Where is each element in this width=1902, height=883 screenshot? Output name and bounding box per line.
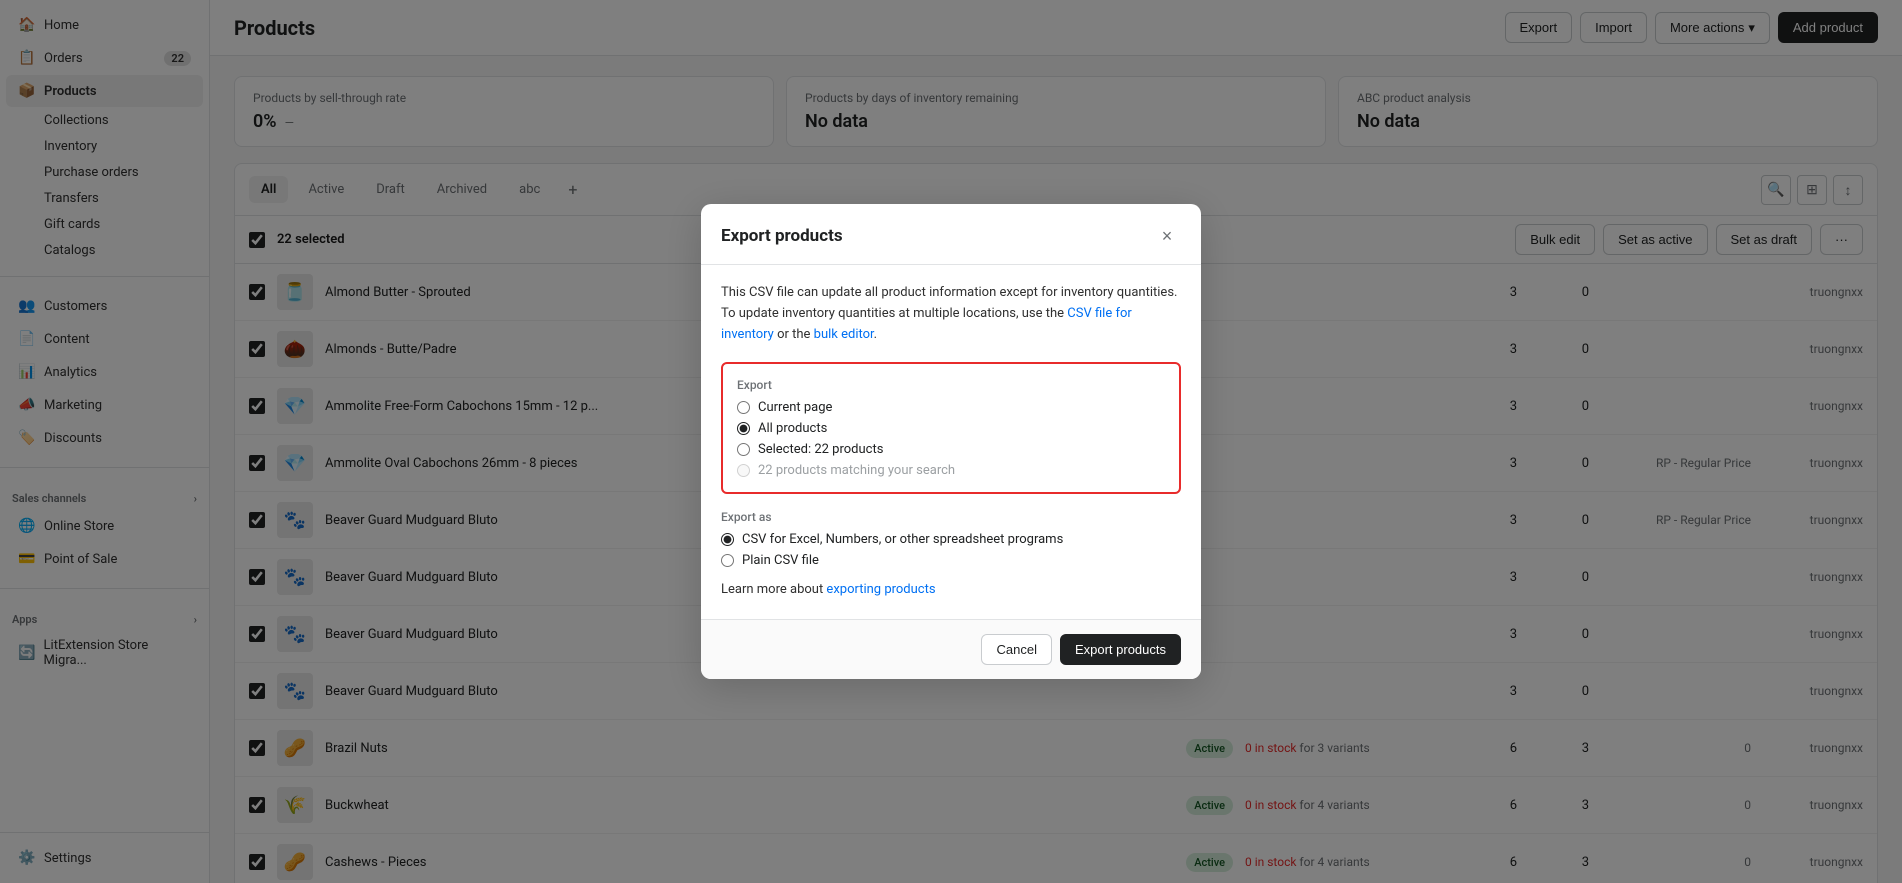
- export-option-selected[interactable]: Selected: 22 products: [737, 442, 1165, 457]
- modal-desc-end: .: [874, 327, 877, 342]
- radio-all-products[interactable]: [737, 422, 750, 435]
- export-as-label: Export as: [721, 510, 1181, 524]
- modal-close-button[interactable]: ×: [1153, 222, 1181, 250]
- radio-current-page[interactable]: [737, 401, 750, 414]
- radio-plain-csv[interactable]: [721, 554, 734, 567]
- modal-title: Export products: [721, 226, 843, 246]
- export-section-label: Export: [737, 378, 1165, 392]
- radio-selected[interactable]: [737, 443, 750, 456]
- radio-csv-excel[interactable]: [721, 533, 734, 546]
- bulk-editor-link[interactable]: bulk editor: [814, 327, 874, 342]
- export-option-matching: 22 products matching your search: [737, 463, 1165, 478]
- export-as-csv-excel[interactable]: CSV for Excel, Numbers, or other spreads…: [721, 532, 1181, 547]
- cancel-button[interactable]: Cancel: [981, 634, 1051, 665]
- export-section: Export Current page All products Selecte…: [721, 362, 1181, 494]
- export-as-plain-csv[interactable]: Plain CSV file: [721, 553, 1181, 568]
- modal-header: Export products ×: [701, 204, 1201, 265]
- modal-description: This CSV file can update all product inf…: [721, 283, 1181, 345]
- learn-more-text: Learn more about exporting products: [721, 582, 1181, 597]
- matching-label: 22 products matching your search: [758, 463, 955, 478]
- export-as-section: Export as CSV for Excel, Numbers, or oth…: [721, 510, 1181, 568]
- modal-overlay[interactable]: Export products × This CSV file can upda…: [0, 0, 1902, 883]
- all-products-label: All products: [758, 421, 827, 436]
- learn-more-prefix: Learn more about: [721, 582, 826, 597]
- plain-csv-label: Plain CSV file: [742, 553, 819, 568]
- modal-desc-part2: or the: [774, 327, 814, 342]
- export-radio-group: Current page All products Selected: 22 p…: [737, 400, 1165, 478]
- modal-body: This CSV file can update all product inf…: [701, 265, 1201, 618]
- radio-matching: [737, 464, 750, 477]
- export-option-all-products[interactable]: All products: [737, 421, 1165, 436]
- export-as-radio-group: CSV for Excel, Numbers, or other spreads…: [721, 532, 1181, 568]
- selected-label: Selected: 22 products: [758, 442, 883, 457]
- current-page-label: Current page: [758, 400, 832, 415]
- export-products-button[interactable]: Export products: [1060, 634, 1181, 665]
- modal-footer: Cancel Export products: [701, 619, 1201, 679]
- csv-excel-label: CSV for Excel, Numbers, or other spreads…: [742, 532, 1063, 547]
- export-modal: Export products × This CSV file can upda…: [701, 204, 1201, 678]
- exporting-products-link[interactable]: exporting products: [826, 582, 935, 597]
- export-option-current-page[interactable]: Current page: [737, 400, 1165, 415]
